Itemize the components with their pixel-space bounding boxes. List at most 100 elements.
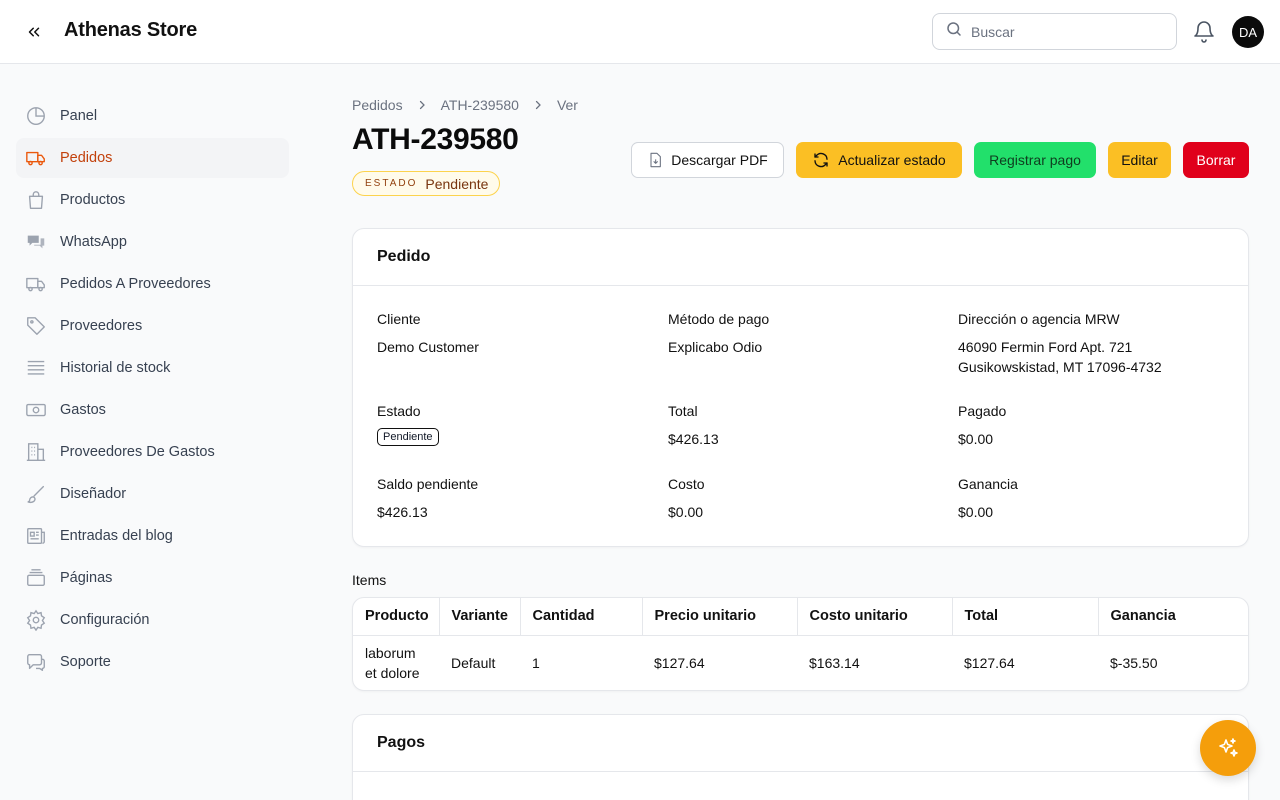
user-avatar[interactable]: DA (1232, 16, 1264, 48)
sidebar-item-disenador[interactable]: Diseñador (16, 474, 289, 514)
register-payment-button[interactable]: Registrar pago (974, 142, 1096, 178)
cell-unit-cost: $163.14 (809, 655, 860, 672)
address-line-1: 46090 Fermin Ford Apt. 721 (958, 339, 1133, 355)
column-header: Ganancia (1098, 598, 1248, 636)
pie-chart-icon (24, 104, 48, 128)
field-label: Método de pago (668, 311, 770, 327)
sidebar-item-pedidos-proveedores[interactable]: Pedidos A Proveedores (16, 264, 289, 304)
edit-button[interactable]: Editar (1108, 142, 1171, 178)
breadcrumb-order[interactable]: ATH-239580 (441, 97, 519, 113)
file-download-icon (650, 152, 662, 168)
sidebar-item-proveedores[interactable]: Proveedores (16, 306, 289, 346)
sidebar-item-label: Proveedores (60, 318, 143, 334)
gear-icon (24, 608, 48, 632)
sidebar-item-label: Gastos (60, 402, 106, 418)
update-status-label: Actualizar estado (838, 152, 946, 168)
field-label: Costo (668, 476, 705, 492)
items-table: Producto Variante Cantidad Precio unitar… (353, 598, 1248, 690)
field-paid: Pagado $0.00 (958, 403, 1006, 449)
cell-quantity: 1 (532, 655, 540, 672)
cell-variant: Default (451, 655, 496, 672)
cell-unit-price: $127.64 (654, 655, 705, 672)
field-address: Dirección o agencia MRW 46090 Fermin For… (958, 311, 1162, 377)
paintbrush-icon (24, 482, 48, 506)
sidebar-item-gastos[interactable]: Gastos (16, 390, 289, 430)
sidebar-item-historial-stock[interactable]: Historial de stock (16, 348, 289, 388)
download-pdf-button[interactable]: Descargar PDF (631, 142, 784, 178)
column-header: Producto (353, 598, 440, 636)
column-header: Precio unitario (642, 598, 798, 636)
field-value: Explicabo Odio (668, 339, 763, 355)
breadcrumb-current: Ver (556, 97, 578, 113)
sidebar-item-whatsapp[interactable]: WhatsApp (16, 222, 289, 262)
search-box[interactable] (932, 13, 1177, 50)
address-line-2: Gusikowskistad, MT 17096-4732 (958, 359, 1162, 375)
ai-assistant-button[interactable] (1200, 720, 1256, 776)
sidebar-item-label: WhatsApp (60, 234, 127, 250)
update-status-button[interactable]: Actualizar estado (796, 142, 962, 178)
sparkles-icon (1219, 738, 1238, 757)
breadcrumb: Pedidos ATH-239580 Ver (352, 97, 578, 113)
field-value: $426.13 (377, 504, 428, 520)
column-header: Variante (439, 598, 521, 636)
chevron-right-icon (416, 99, 428, 111)
cell-total: $127.64 (964, 655, 1015, 672)
field-value: $0.00 (958, 504, 994, 520)
items-card: Producto Variante Cantidad Precio unitar… (352, 597, 1249, 691)
field-label: Total (668, 403, 698, 419)
sidebar-item-configuracion[interactable]: Configuración (16, 600, 289, 640)
sidebar-item-label: Pedidos (60, 150, 113, 166)
field-total: Total $426.13 (668, 403, 719, 449)
status-badge-label: ESTADO (365, 178, 418, 189)
chat-bubbles-icon (24, 230, 48, 254)
sidebar-item-soporte[interactable]: Soporte (16, 642, 289, 682)
field-payment-method: Método de pago Explicabo Odio (668, 311, 769, 357)
tag-icon (24, 314, 48, 338)
sidebar: Panel Pedidos Productos WhatsApp Pedidos… (16, 96, 289, 684)
breadcrumb-pedidos[interactable]: Pedidos (352, 97, 403, 113)
field-balance: Saldo pendiente $426.13 (377, 476, 478, 522)
delete-button[interactable]: Borrar (1183, 142, 1249, 178)
field-value: $0.00 (668, 504, 704, 520)
field-label: Pagado (958, 403, 1007, 419)
sidebar-item-label: Páginas (60, 570, 113, 586)
field-value: $426.13 (668, 431, 719, 447)
sidebar-item-label: Entradas del blog (60, 528, 173, 544)
brand-name[interactable]: Athenas Store (64, 19, 197, 42)
download-pdf-label: Descargar PDF (671, 152, 768, 168)
sidebar-item-blog[interactable]: Entradas del blog (16, 516, 289, 556)
column-header: Total (952, 598, 1099, 636)
sidebar-item-proveedores-gastos[interactable]: Proveedores De Gastos (16, 432, 289, 472)
status-pill: Pendiente (377, 428, 439, 446)
items-section-label: Items (352, 572, 387, 588)
collapse-sidebar-icon[interactable] (22, 20, 46, 44)
column-header: Costo unitario (797, 598, 953, 636)
shopping-bag-icon (24, 188, 48, 212)
field-cost: Costo $0.00 (668, 476, 705, 522)
banknote-icon (24, 398, 48, 422)
field-value: Demo Customer (377, 339, 479, 355)
sidebar-item-paginas[interactable]: Páginas (16, 558, 289, 598)
page-title: ATH-239580 (352, 123, 519, 156)
field-value: $0.00 (958, 431, 994, 447)
sidebar-item-productos[interactable]: Productos (16, 180, 289, 220)
field-profit: Ganancia $0.00 (958, 476, 1018, 522)
sidebar-item-label: Soporte (60, 654, 111, 670)
field-label: Dirección o agencia MRW (958, 311, 1120, 327)
search-input[interactable] (971, 23, 1161, 40)
field-label: Cliente (377, 311, 421, 327)
notifications-bell-icon[interactable] (1192, 20, 1216, 44)
support-chat-icon (24, 650, 48, 674)
cell-product: laborum et dolore (353, 635, 439, 690)
payments-card-title: Pagos (353, 715, 1248, 772)
sidebar-item-label: Proveedores De Gastos (60, 444, 215, 460)
sidebar-item-label: Productos (60, 192, 126, 208)
table-row: laborum et dolore Default 1 $127.64 $163… (353, 635, 1248, 690)
sidebar-item-label: Diseñador (60, 486, 127, 502)
search-icon (945, 20, 963, 43)
payments-card: Pagos (352, 714, 1249, 800)
sidebar-item-pedidos[interactable]: Pedidos (16, 138, 289, 178)
truck-icon (24, 146, 48, 170)
sidebar-item-panel[interactable]: Panel (16, 96, 289, 136)
pages-icon (24, 566, 48, 590)
